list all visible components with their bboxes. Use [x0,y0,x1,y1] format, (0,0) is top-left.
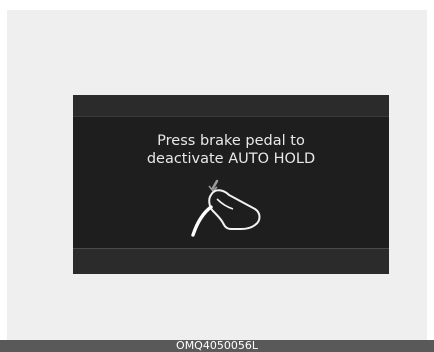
illustration-panel: Press brake pedal to deactivate AUTO HOL… [7,10,427,340]
figure-code-caption: OMQ4050056L [0,340,434,352]
display-bottom-band [73,248,389,274]
cluster-display: Press brake pedal to deactivate AUTO HOL… [73,95,389,274]
message-line-1: Press brake pedal to [157,133,305,149]
display-message: Press brake pedal to deactivate AUTO HOL… [73,132,389,168]
message-line-2: deactivate AUTO HOLD [146,151,316,167]
display-top-band [73,95,389,117]
brake-pedal-foot-icon [191,179,261,237]
